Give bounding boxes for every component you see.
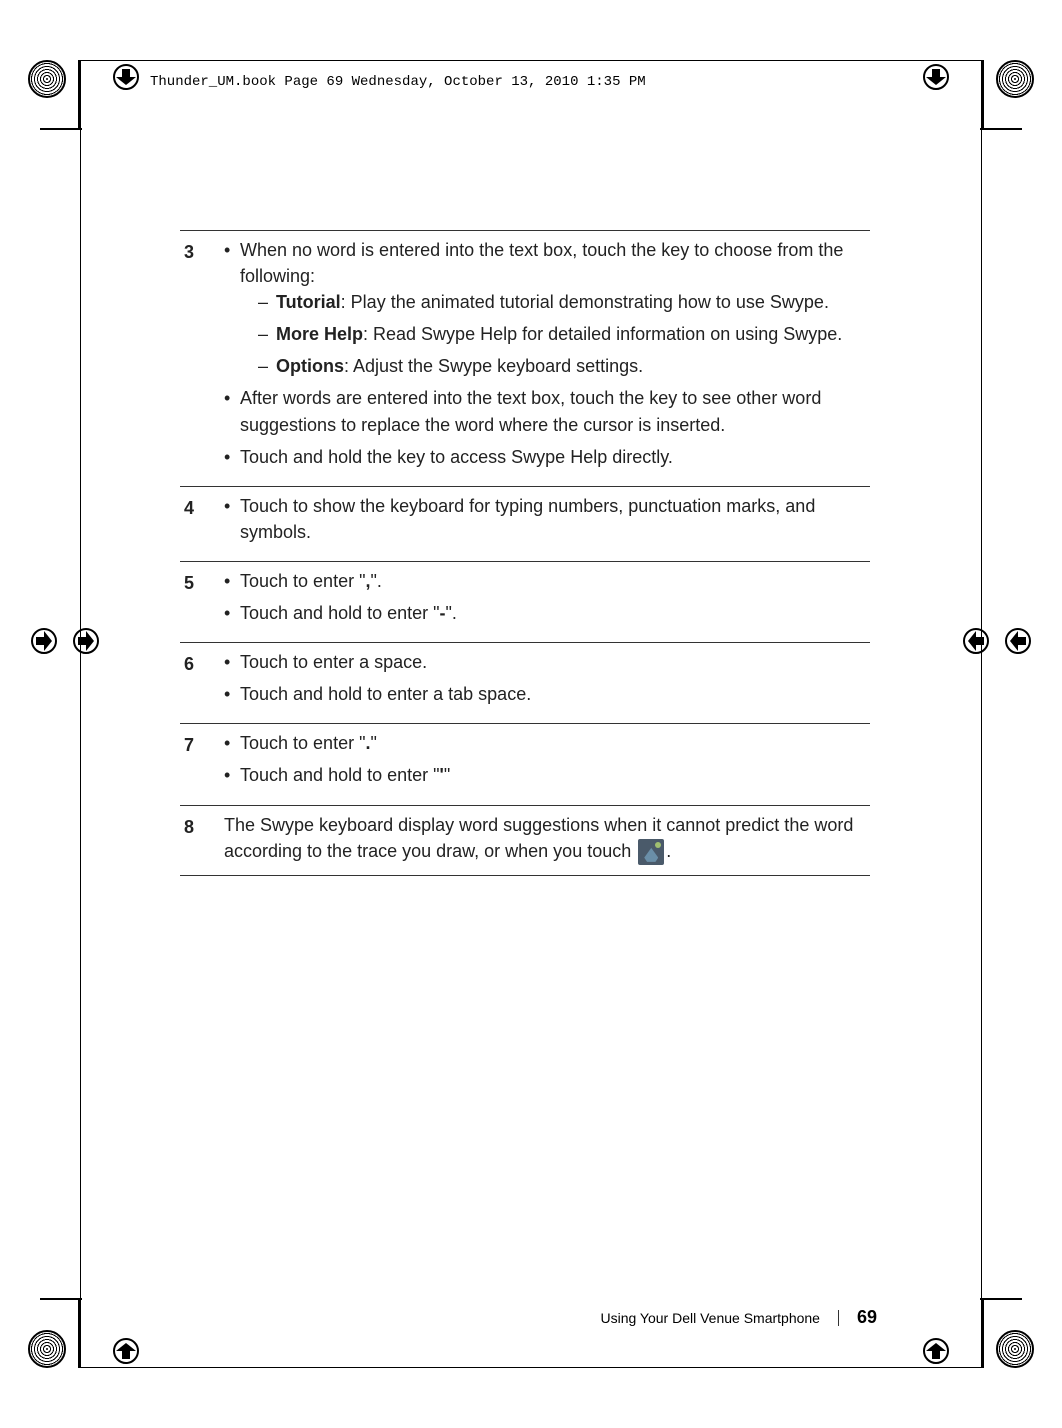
- sub-list-item: Tutorial: Play the animated tutorial dem…: [258, 289, 866, 315]
- list-item: Touch to show the keyboard for typing nu…: [224, 493, 866, 545]
- text: ".: [446, 603, 457, 623]
- page-number: 69: [857, 1307, 877, 1328]
- table-row: 8 The Swype keyboard display word sugges…: [180, 805, 870, 876]
- print-header: Thunder_UM.book Page 69 Wednesday, Octob…: [150, 74, 646, 90]
- registration-mark-icon: [996, 60, 1034, 98]
- registration-arrow-icon: [962, 627, 990, 655]
- text: ": [444, 765, 450, 785]
- registration-mark-icon: [28, 1330, 66, 1368]
- list-item: Touch and hold to enter a tab space.: [224, 681, 866, 707]
- registration-mark-icon: [28, 60, 66, 98]
- crop-mark: [982, 1298, 984, 1368]
- registration-mark-icon: [996, 1330, 1034, 1368]
- text: Touch and hold to enter ": [240, 603, 440, 623]
- footer-separator: [838, 1310, 839, 1326]
- row-body: Touch to show the keyboard for typing nu…: [224, 493, 866, 551]
- registration-arrow-icon: [72, 627, 100, 655]
- crop-mark: [78, 60, 80, 130]
- registration-arrow-icon: [1004, 627, 1032, 655]
- table-row: 5 Touch to enter ",". Touch and hold to …: [180, 561, 870, 642]
- text: .: [666, 841, 671, 861]
- list-item: Touch to enter ",".: [224, 568, 866, 594]
- row-number: 5: [184, 568, 224, 632]
- list-item: Touch and hold the key to access Swype H…: [224, 444, 866, 470]
- row-number: 3: [184, 237, 224, 476]
- table-row: 4 Touch to show the keyboard for typing …: [180, 486, 870, 561]
- text: : Play the animated tutorial demonstrati…: [341, 292, 829, 312]
- text: When no word is entered into the text bo…: [240, 240, 843, 286]
- row-number: 7: [184, 730, 224, 794]
- list-item: Touch and hold to enter "-".: [224, 600, 866, 626]
- bold-term: Tutorial: [276, 292, 341, 312]
- text: The Swype keyboard display word suggesti…: [224, 815, 853, 861]
- list-item: Touch to enter a space.: [224, 649, 866, 675]
- registration-arrow-icon: [922, 1337, 950, 1365]
- registration-arrow-icon: [922, 63, 950, 91]
- crop-mark: [980, 128, 1022, 130]
- registration-arrow-icon: [30, 627, 58, 655]
- text: Touch and hold to enter ": [240, 765, 440, 785]
- bold-term: More Help: [276, 324, 363, 344]
- crop-mark: [40, 128, 82, 130]
- page-footer: Using Your Dell Venue Smartphone 69: [600, 1307, 877, 1328]
- bold-term: Options: [276, 356, 344, 376]
- crop-mark: [40, 1298, 82, 1300]
- sub-list-item: Options: Adjust the Swype keyboard setti…: [258, 353, 866, 379]
- row-body: Touch to enter a space. Touch and hold t…: [224, 649, 866, 713]
- row-body: Touch to enter ",". Touch and hold to en…: [224, 568, 866, 632]
- text: ".: [370, 571, 381, 591]
- footer-title: Using Your Dell Venue Smartphone: [600, 1310, 819, 1326]
- registration-arrow-icon: [112, 1337, 140, 1365]
- row-number: 8: [184, 812, 224, 865]
- table-row: 7 Touch to enter "." Touch and hold to e…: [180, 723, 870, 804]
- text: ": [370, 733, 376, 753]
- list-item: Touch to enter ".": [224, 730, 866, 756]
- text: : Read Swype Help for detailed informati…: [363, 324, 842, 344]
- list-item: After words are entered into the text bo…: [224, 385, 866, 437]
- swype-key-icon: [638, 839, 664, 865]
- row-body: The Swype keyboard display word suggesti…: [224, 812, 866, 865]
- row-body: Touch to enter "." Touch and hold to ent…: [224, 730, 866, 794]
- row-number: 4: [184, 493, 224, 551]
- table-row: 6 Touch to enter a space. Touch and hold…: [180, 642, 870, 723]
- registration-arrow-icon: [112, 63, 140, 91]
- crop-mark: [78, 1298, 80, 1368]
- list-item: Touch and hold to enter "'": [224, 762, 866, 788]
- content-table: 3 When no word is entered into the text …: [180, 230, 870, 876]
- row-body: When no word is entered into the text bo…: [224, 237, 866, 476]
- text: Touch to enter ": [240, 571, 365, 591]
- row-number: 6: [184, 649, 224, 713]
- list-item: When no word is entered into the text bo…: [224, 237, 866, 379]
- crop-mark: [982, 60, 984, 130]
- text: : Adjust the Swype keyboard settings.: [344, 356, 643, 376]
- crop-mark: [980, 1298, 1022, 1300]
- sub-list-item: More Help: Read Swype Help for detailed …: [258, 321, 866, 347]
- table-row: 3 When no word is entered into the text …: [180, 230, 870, 486]
- text: Touch to enter ": [240, 733, 365, 753]
